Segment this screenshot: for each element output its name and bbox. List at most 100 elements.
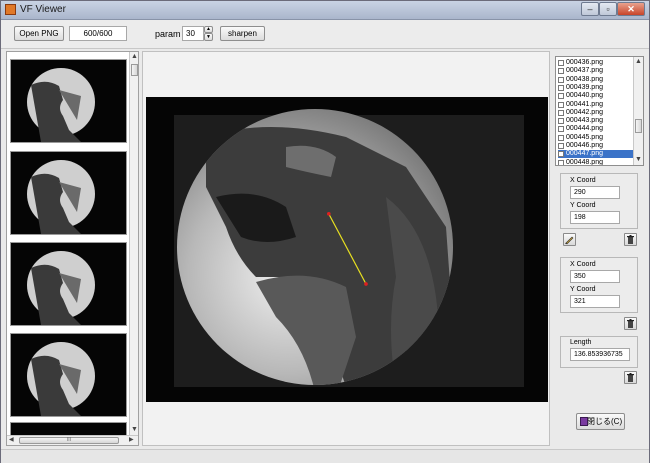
scroll-down-icon[interactable]: ▼ — [130, 425, 138, 435]
delete-length-button[interactable] — [624, 371, 637, 384]
measurement-point-2[interactable] — [364, 282, 368, 286]
point2-group: X Coord 350 Y Coord 321 — [560, 257, 638, 313]
file-name: 000440.png — [566, 92, 603, 100]
file-list-item[interactable]: 000448.png — [558, 158, 636, 166]
draw-line-button[interactable] — [563, 233, 576, 246]
file-checkbox[interactable] — [558, 159, 564, 165]
file-list-item[interactable]: 000444.png — [558, 125, 636, 133]
scroll-left-icon[interactable]: ◀ — [9, 436, 14, 445]
minimize-button[interactable]: ‒ — [581, 2, 599, 16]
file-checkbox[interactable] — [558, 84, 564, 91]
point2-y-field[interactable]: 321 — [570, 295, 620, 308]
image-viewer-panel — [142, 51, 550, 446]
app-window: VF Viewer ‒ ▫ ✕ Open PNG 600/600 param 3… — [0, 0, 650, 463]
file-list[interactable]: 000436.png 000437.png 000438.png 000439.png… — [555, 56, 644, 166]
sharpen-button[interactable]: sharpen — [220, 26, 265, 41]
file-checkbox[interactable] — [558, 118, 564, 125]
close-app-label: 閉じる(C) — [587, 417, 623, 426]
window-title: VF Viewer — [20, 4, 66, 15]
file-name: 000446.png — [566, 142, 603, 149]
exit-door-icon — [580, 417, 588, 426]
file-checkbox[interactable] — [558, 93, 564, 100]
file-list-item[interactable]: 000441.png — [558, 101, 636, 109]
file-list-item[interactable]: 000438.png — [558, 76, 636, 84]
thumbnail-1[interactable] — [10, 59, 127, 143]
length-group: Length 136.853936735 — [560, 336, 638, 368]
file-checkbox[interactable] — [558, 76, 564, 83]
point1-y-label: Y Coord — [570, 202, 596, 209]
file-name: 000445.png — [566, 133, 603, 141]
file-checkbox[interactable] — [558, 151, 564, 158]
file-list-item[interactable]: 000447.png — [558, 150, 636, 159]
thumbnail-panel: ▲ ▼ ◀ III ▶ — [6, 51, 139, 446]
point1-y-field[interactable]: 198 — [570, 211, 620, 224]
measurement-point-1[interactable] — [327, 212, 331, 216]
trash-icon — [627, 373, 634, 382]
file-name: 000437.png — [566, 67, 603, 75]
file-list-item[interactable]: 000437.png — [558, 67, 636, 75]
param-input[interactable]: 30 — [182, 26, 204, 41]
maximize-button[interactable]: ▫ — [599, 2, 617, 16]
scroll-right-icon[interactable]: ▶ — [129, 436, 134, 445]
toolbar: Open PNG 600/600 param 30 ▲ ▼ sharpen — [1, 20, 649, 49]
point1-x-field[interactable]: 290 — [570, 186, 620, 199]
file-name: 000439.png — [566, 83, 603, 91]
spin-up-icon: ▲ — [206, 26, 211, 32]
file-list-item[interactable]: 000442.png — [558, 109, 636, 117]
close-app-button[interactable]: 閉じる(C) — [576, 413, 625, 430]
file-name: 000448.png — [566, 158, 603, 166]
file-list-item[interactable]: 000436.png — [558, 59, 636, 67]
file-list-item[interactable]: 000440.png — [558, 92, 636, 100]
scroll-up-icon[interactable]: ▲ — [130, 52, 138, 62]
file-name: 000438.png — [566, 75, 603, 83]
open-png-button[interactable]: Open PNG — [14, 26, 64, 41]
title-bar: VF Viewer ‒ ▫ ✕ — [1, 1, 649, 20]
xray-image-view[interactable] — [146, 97, 548, 402]
file-checkbox[interactable] — [558, 126, 564, 133]
frame-counter: 600/600 — [69, 26, 127, 41]
file-checkbox[interactable] — [558, 109, 564, 116]
spin-down-icon: ▼ — [206, 34, 211, 40]
delete-point1-button[interactable] — [624, 233, 637, 246]
file-name: 000441.png — [566, 100, 603, 108]
param-spin-down[interactable]: ▼ — [204, 33, 213, 41]
file-list-scrollbar[interactable]: ▲ ▼ — [633, 57, 643, 165]
file-checkbox[interactable] — [558, 134, 564, 141]
thumbnail-3[interactable] — [10, 242, 127, 326]
vertical-scroll-thumb[interactable] — [131, 64, 138, 76]
thumbnail-horizontal-scrollbar[interactable]: ◀ III ▶ — [7, 435, 138, 445]
trash-icon — [627, 235, 634, 244]
file-scroll-down-icon[interactable]: ▼ — [634, 155, 643, 165]
param-spin-up[interactable]: ▲ — [204, 26, 213, 33]
file-checkbox[interactable] — [558, 143, 564, 149]
thumbnail-2[interactable] — [10, 151, 127, 235]
file-list-item[interactable]: 000439.png — [558, 84, 636, 92]
thumbnail-vertical-scrollbar[interactable]: ▲ ▼ — [129, 52, 138, 435]
length-field[interactable]: 136.853936735 — [570, 348, 630, 361]
file-scroll-thumb[interactable] — [635, 119, 642, 133]
control-panel: 000436.png 000437.png 000438.png 000439.png… — [553, 51, 646, 446]
length-label: Length — [570, 339, 592, 346]
pencil-icon — [565, 236, 574, 245]
file-name: 000436.png — [566, 59, 603, 66]
point1-x-label: X Coord — [570, 177, 596, 184]
file-name: 000442.png — [566, 108, 603, 116]
delete-point2-button[interactable] — [624, 317, 637, 330]
file-checkbox[interactable] — [558, 68, 564, 75]
file-name: 000443.png — [566, 117, 603, 125]
file-scroll-up-icon[interactable]: ▲ — [634, 57, 643, 67]
point2-x-field[interactable]: 350 — [570, 270, 620, 283]
param-label: param — [155, 29, 181, 39]
file-list-item[interactable]: 000443.png — [558, 117, 636, 125]
file-list-item[interactable]: 000446.png — [558, 142, 636, 150]
file-list-item[interactable]: 000445.png — [558, 134, 636, 142]
maximize-icon: ▫ — [606, 4, 610, 14]
point2-x-label: X Coord — [570, 261, 596, 268]
close-icon: ✕ — [627, 4, 635, 14]
thumbnail-4[interactable] — [10, 333, 127, 417]
point2-y-label: Y Coord — [570, 286, 596, 293]
horizontal-scroll-thumb[interactable]: III — [19, 437, 119, 444]
file-checkbox[interactable] — [558, 101, 564, 108]
close-window-button[interactable]: ✕ — [617, 2, 645, 16]
file-checkbox[interactable] — [558, 60, 564, 66]
